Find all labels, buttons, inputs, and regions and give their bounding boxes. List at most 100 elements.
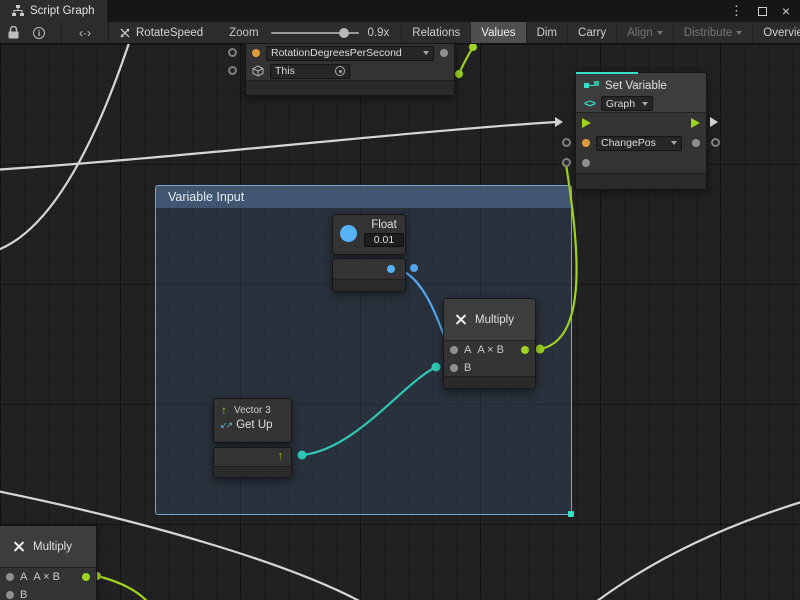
graph-canvas[interactable]: Variable Input	[0, 44, 800, 600]
scope-label: Graph	[606, 98, 635, 110]
toolbar-button-distribute-label: Distribute	[684, 27, 733, 39]
port-circle[interactable]	[228, 48, 237, 57]
toolbar-button-align: Align	[616, 22, 673, 44]
flow-port-triangle[interactable]	[710, 117, 718, 127]
gameobject-cube-icon	[252, 65, 264, 77]
selection-highlight	[576, 72, 638, 74]
port-value-dot[interactable]	[582, 159, 590, 167]
wire-endpoint	[469, 44, 477, 51]
node-get-up-body[interactable]: ↑	[213, 447, 292, 478]
toolbar-button-overview[interactable]: Overview	[752, 22, 800, 44]
zoom-slider[interactable]	[271, 32, 359, 34]
variable-name-row: RotationDegreesPerSecond	[246, 44, 454, 62]
multiply-icon	[454, 313, 467, 326]
port-output-dot[interactable]	[692, 139, 700, 147]
port-row-a: A A × B	[444, 341, 535, 359]
flow-out-arrow-icon[interactable]	[691, 118, 700, 128]
toolbar-button-dim[interactable]: Dim	[526, 22, 567, 44]
port-circle[interactable]	[562, 158, 571, 167]
port-b-dot[interactable]	[6, 591, 14, 599]
flow-row	[576, 113, 706, 133]
node-float-body[interactable]	[332, 258, 406, 292]
toolbar-button-values[interactable]: Values	[470, 22, 525, 44]
port-result-dot[interactable]	[82, 573, 90, 581]
chevron-down-icon	[671, 141, 677, 145]
chevron-down-icon	[657, 31, 663, 35]
node-header[interactable]: Set Variable <> Graph	[576, 73, 706, 113]
toolbar-separator	[108, 22, 109, 43]
maximize-icon[interactable]	[758, 7, 767, 16]
zoom-label: Zoom	[229, 27, 258, 39]
port-value-dot[interactable]	[252, 49, 260, 57]
toolbar-button-carry[interactable]: Carry	[567, 22, 616, 44]
close-icon[interactable]: ×	[782, 6, 790, 16]
object-picker-icon[interactable]	[335, 66, 345, 76]
node-header[interactable]: Multiply	[0, 526, 96, 568]
info-icon[interactable]: i	[33, 27, 45, 39]
port-b-dot[interactable]	[450, 364, 458, 372]
chevron-down-icon	[736, 31, 742, 35]
port-row-b: B	[0, 586, 96, 600]
node-footer	[576, 173, 706, 189]
port-a-dot[interactable]	[6, 573, 14, 581]
node-set-variable[interactable]: Set Variable <> Graph ChangePos	[575, 72, 707, 190]
variable-name-label: ChangePos	[601, 137, 656, 149]
tab-script-graph[interactable]: Script Graph	[0, 0, 107, 22]
tab-title: Script Graph	[30, 5, 95, 17]
flow-port-triangle[interactable]	[555, 117, 563, 127]
target-field[interactable]: This	[270, 64, 350, 79]
port-row-a: A A × B	[0, 568, 96, 586]
target-row: This	[246, 62, 454, 80]
group-header[interactable]: Variable Input	[156, 186, 571, 208]
node-float-header[interactable]: Float 0.01	[332, 214, 406, 255]
wire-flow	[0, 122, 556, 170]
node-get-up-header[interactable]: ↑ Vector 3 ↙↗ Get Up	[213, 398, 292, 443]
node-title: Multiply	[475, 314, 514, 326]
title-bar: Script Graph ⋮ ×	[0, 0, 800, 22]
port-circle[interactable]	[562, 138, 571, 147]
group-resize-handle[interactable]	[568, 511, 574, 517]
menu-kebab-icon[interactable]: ⋮	[730, 3, 743, 19]
node-title: Float	[371, 219, 397, 231]
lock-icon[interactable]	[8, 26, 19, 39]
breadcrumb-icon[interactable]: ‹·›	[62, 26, 108, 40]
port-a-label: A	[464, 344, 471, 356]
toolbar-button-distribute: Distribute	[673, 22, 753, 44]
variable-name-dropdown[interactable]: RotationDegreesPerSecond	[266, 46, 434, 61]
node-footer	[444, 376, 535, 388]
toolbar-button-relations[interactable]: Relations	[401, 22, 470, 44]
wire-flow	[0, 44, 130, 252]
graph-asset-icon	[119, 27, 131, 39]
port-result-dot[interactable]	[521, 346, 529, 354]
variable-name-dropdown[interactable]: ChangePos	[596, 136, 682, 151]
port-b-label: B	[464, 362, 471, 374]
node-multiply-2[interactable]: Multiply A A × B B	[0, 525, 97, 600]
flow-in-arrow-icon[interactable]	[582, 118, 591, 128]
wire-flow	[588, 500, 800, 600]
graph-icon	[12, 5, 24, 17]
port-b-label: B	[20, 589, 27, 600]
wire-value-green	[97, 576, 153, 600]
node-header[interactable]: Multiply	[444, 299, 535, 341]
graph-name: RotateSpeed	[136, 27, 203, 39]
node-footer	[214, 466, 291, 477]
port-name-dot[interactable]	[582, 139, 590, 147]
chevron-down-icon	[423, 51, 429, 55]
port-vector-output-icon[interactable]: ↑	[278, 450, 284, 462]
float-value-field[interactable]: 0.01	[364, 233, 404, 247]
node-multiply[interactable]: Multiply A A × B B	[443, 298, 536, 389]
vector-arrows-icon: ↙↗	[220, 420, 231, 431]
port-output-dot[interactable]	[387, 265, 395, 273]
port-a-label: A	[20, 571, 27, 583]
float-type-icon	[340, 225, 357, 242]
port-output-dot[interactable]	[440, 49, 448, 57]
port-a-dot[interactable]	[450, 346, 458, 354]
node-get-variable[interactable]: RotationDegreesPerSecond This	[245, 44, 455, 96]
scope-dropdown[interactable]: Graph	[601, 96, 653, 111]
type-label: Vector 3	[234, 405, 271, 416]
zoom-slider-handle[interactable]	[339, 28, 349, 38]
target-field-label: This	[275, 65, 295, 77]
port-circle[interactable]	[228, 66, 237, 75]
port-circle[interactable]	[711, 138, 720, 147]
port-row-b: B	[444, 359, 535, 377]
